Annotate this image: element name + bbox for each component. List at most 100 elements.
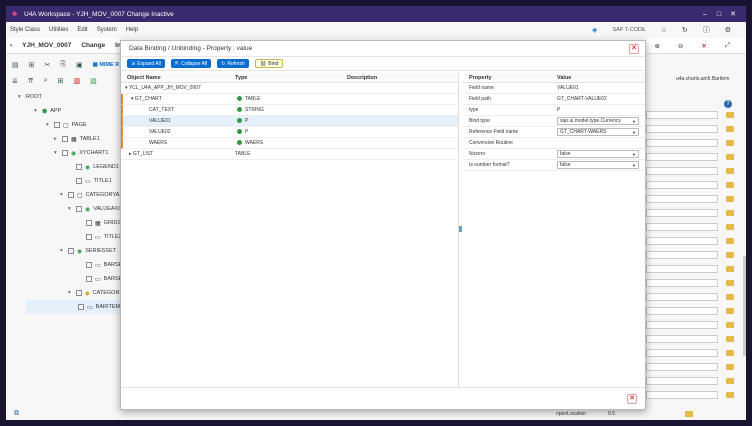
table-row[interactable]: WAERS WAERS (121, 138, 458, 149)
table-row[interactable]: CAT_TEXT STRING (121, 105, 458, 116)
attr-input[interactable] (646, 139, 718, 147)
zoom-in-icon[interactable]: ⊕ (654, 42, 659, 50)
attr-input[interactable] (646, 223, 718, 231)
folder-icon[interactable] (726, 392, 734, 398)
close-icon[interactable]: ✕ (629, 44, 639, 54)
attr-input[interactable] (646, 391, 718, 399)
checkbox[interactable] (62, 150, 68, 156)
tcode-icon[interactable]: ◈ (592, 26, 597, 34)
folder-icon[interactable] (726, 266, 734, 272)
tree-node[interactable]: ▾ ◉ VALUEAXIS (68, 202, 123, 216)
tree-node[interactable]: ▭ BARSET (78, 272, 126, 286)
cut-icon[interactable]: ✂ (45, 61, 51, 69)
tree-node-selected[interactable]: ▭ BARITEM (26, 300, 126, 314)
nozero-select[interactable]: false ▼ (557, 150, 639, 158)
folder-icon[interactable] (684, 411, 693, 417)
settings-icon[interactable]: ⚙ (725, 26, 731, 34)
checkbox[interactable] (68, 248, 74, 254)
checkbox[interactable] (76, 164, 82, 170)
chevron-down-icon[interactable]: ▾ (18, 94, 26, 100)
chevron-down-icon[interactable]: ▾ (60, 192, 68, 198)
checkbox[interactable] (78, 304, 84, 310)
tree-node[interactable]: ▾ ROOT (18, 90, 42, 104)
folder-icon[interactable] (726, 308, 734, 314)
tree-node[interactable]: ▭ BARSET (78, 258, 126, 272)
scrollbar[interactable] (743, 256, 746, 356)
tree-node[interactable]: ▦ GRID1 (78, 216, 120, 230)
tree-node[interactable]: ◉ LEGEND1 (68, 160, 119, 174)
folder-icon[interactable] (726, 280, 734, 286)
checkbox[interactable] (62, 136, 68, 142)
tcode-label[interactable]: SAP T-CODE (612, 27, 645, 33)
attr-input[interactable] (646, 335, 718, 343)
folder-icon[interactable] (726, 378, 734, 384)
bind-button[interactable]: ⛓ Bind (254, 59, 284, 68)
minimize-icon[interactable]: – (698, 11, 712, 18)
back-icon[interactable]: ‹ (10, 42, 12, 49)
refresh-icon[interactable]: ↻ (682, 26, 688, 34)
maximize-icon[interactable]: □ (712, 11, 726, 18)
attr-input[interactable] (646, 293, 718, 301)
attr-input[interactable] (646, 349, 718, 357)
table-row[interactable]: ▾ GT_CHART TABLE (121, 94, 458, 105)
tree-node[interactable]: ▾ ▢ CATEGORYAX (60, 188, 123, 202)
favorite-icon[interactable]: ☆ (661, 26, 667, 34)
folder-icon[interactable] (726, 252, 734, 258)
table-row[interactable]: ▸ GT_LIST TABLE (121, 149, 458, 160)
checkbox[interactable] (86, 262, 92, 268)
checkbox[interactable] (86, 220, 92, 226)
attr-input[interactable] (646, 111, 718, 119)
attr-input[interactable] (646, 321, 718, 329)
attr-input[interactable] (646, 125, 718, 133)
expand-tree-icon[interactable]: ⇊ (12, 77, 18, 85)
number-format-select[interactable]: false ▼ (557, 161, 639, 169)
folder-icon[interactable] (726, 154, 734, 160)
refresh-button[interactable]: ↻ Refresh (217, 59, 249, 68)
folder-icon[interactable] (726, 224, 734, 230)
chevron-down-icon[interactable]: ▾ (68, 206, 76, 212)
table-row[interactable]: VALUE02 P (121, 127, 458, 138)
checkbox[interactable] (86, 276, 92, 282)
expand-all-button[interactable]: ⇲ Expand All (127, 59, 165, 68)
attr-input[interactable] (646, 265, 718, 273)
tree-node[interactable]: ▭ TITLE1 (68, 174, 112, 188)
menu-edit[interactable]: Edit (77, 27, 87, 33)
folder-icon[interactable] (726, 238, 734, 244)
close-window-icon[interactable]: ✕ (726, 10, 740, 18)
attr-input[interactable] (646, 251, 718, 259)
folder-icon[interactable] (726, 196, 734, 202)
folder-icon[interactable] (726, 294, 734, 300)
folder-icon[interactable] (726, 336, 734, 342)
chevron-down-icon[interactable]: ▾ (54, 150, 62, 156)
copy-icon[interactable]: ⎘ (60, 61, 66, 69)
close-dialog-button[interactable]: ✕ (627, 394, 637, 404)
collapse-tree-icon[interactable]: ⇈ (28, 77, 34, 85)
folder-icon[interactable] (726, 182, 734, 188)
tree-node[interactable]: ▾ ◆ CATEGORY (68, 286, 123, 300)
folder-icon[interactable] (726, 168, 734, 174)
chevron-down-icon[interactable]: ▾ (60, 248, 68, 254)
checkbox[interactable] (68, 192, 74, 198)
checkbox[interactable] (76, 178, 82, 184)
tree-node[interactable]: ▾ ▢ PAGE (46, 118, 87, 132)
chevron-down-icon[interactable]: ▾ (68, 290, 76, 296)
attr-input[interactable] (646, 307, 718, 315)
tree-node[interactable]: ▾ ◉ SERIESSET (60, 244, 116, 258)
bind-type-select[interactable]: sap.ui.model.type.Currency ▼ (557, 117, 639, 125)
menu-utilities[interactable]: Utilities (49, 27, 68, 33)
mime-button[interactable]: ▦ MIME R (93, 62, 120, 68)
delete-icon[interactable]: ▥ (74, 77, 81, 85)
add-icon[interactable]: ⊞ (58, 77, 64, 85)
menu-style-class[interactable]: Style Class (10, 27, 40, 33)
help-icon[interactable]: ? (724, 100, 732, 108)
folder-icon[interactable] (726, 126, 734, 132)
folder-icon[interactable] (726, 322, 734, 328)
chevron-down-icon[interactable]: ▾ (34, 108, 42, 114)
tree-node[interactable]: ▸ ▦ TABLE1 (54, 132, 100, 146)
status-icon[interactable]: ⧉ (14, 410, 19, 418)
folder-icon[interactable] (726, 140, 734, 146)
attr-input[interactable] (646, 153, 718, 161)
splitter-handle[interactable] (459, 226, 462, 232)
attr-input[interactable] (646, 279, 718, 287)
attr-input[interactable] (646, 377, 718, 385)
